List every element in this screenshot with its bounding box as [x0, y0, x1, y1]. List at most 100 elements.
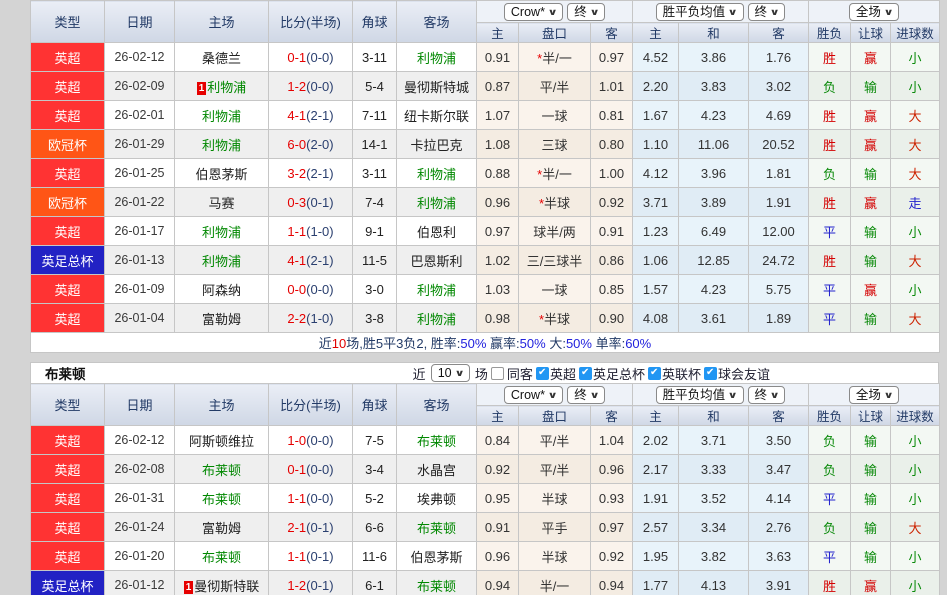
team-title: 布莱顿: [45, 363, 86, 383]
match-date: 26-01-31: [105, 484, 175, 513]
filter-checkbox-1[interactable]: [579, 367, 592, 380]
avg-group-header: 胜平负均值∨终∨: [633, 384, 809, 406]
score: 6-0(2-0): [269, 130, 353, 159]
handicap-star: *: [539, 312, 544, 327]
avg-draw: 3.33: [679, 455, 749, 484]
halftime-score: (2-1): [306, 166, 333, 181]
corner-count: 6-1: [353, 571, 397, 595]
corner-count: 11-6: [353, 542, 397, 571]
avg-away: 1.91: [749, 188, 809, 217]
sub-header-8: 进球数: [891, 23, 940, 43]
result-goals: 小: [891, 542, 940, 571]
odds-home: 0.98: [477, 304, 519, 333]
bookmaker-dropdown[interactable]: Crow*∨: [504, 3, 563, 21]
halftime-score: (0-0): [306, 491, 333, 506]
team-name: 巴恩斯利: [410, 254, 462, 269]
odds-home: 1.02: [477, 246, 519, 275]
avg-group-header: 胜平负均值∨终∨: [633, 1, 809, 23]
handicap-star: *: [537, 167, 542, 182]
match-date: 26-01-22: [105, 188, 175, 217]
sub-header-5: 客: [749, 23, 809, 43]
team-cell: 布莱顿: [397, 426, 477, 455]
score: 0-1(0-0): [269, 43, 353, 72]
score: 4-1(2-1): [269, 101, 353, 130]
team-cell: 布莱顿: [175, 542, 269, 571]
corner-count: 5-2: [353, 484, 397, 513]
team-cell: 纽卡斯尔联: [397, 101, 477, 130]
col-header-4: 角球: [353, 1, 397, 43]
odds-time-dropdown[interactable]: 终∨: [567, 3, 605, 21]
team-name: 马赛: [208, 196, 234, 211]
filter-checkbox-3[interactable]: [704, 367, 717, 380]
odds-away: 0.90: [591, 304, 633, 333]
avg-draw: 3.83: [679, 72, 749, 101]
avg-draw: 11.06: [679, 130, 749, 159]
odds-away: 0.94: [591, 571, 633, 595]
table-row: 英超26-01-25伯恩茅斯3-2(2-1)3-11利物浦0.88*半/一1.0…: [31, 159, 940, 188]
team-cell: 伯恩利: [397, 217, 477, 246]
same-away-checkbox[interactable]: [491, 367, 504, 380]
score: 4-1(2-1): [269, 246, 353, 275]
avg-type-dropdown[interactable]: 胜平负均值∨: [656, 386, 744, 404]
handicap-star: *: [537, 51, 542, 66]
score: 2-2(1-0): [269, 304, 353, 333]
score: 0-0(0-0): [269, 275, 353, 304]
handicap: 半/一: [519, 571, 591, 595]
result-goals: 小: [891, 43, 940, 72]
recent-count-select[interactable]: 10∨: [431, 364, 470, 382]
score: 2-1(0-1): [269, 513, 353, 542]
result-handicap: 输: [851, 513, 891, 542]
table-row: 英超26-01-17利物浦1-1(1-0)9-1伯恩利0.97球半/两0.911…: [31, 217, 940, 246]
avg-away: 3.47: [749, 455, 809, 484]
odds-home: 0.88: [477, 159, 519, 188]
bookmaker-dropdown[interactable]: Crow*∨: [504, 386, 563, 404]
odds-away: 0.80: [591, 130, 633, 159]
team-cell: 1利物浦: [175, 72, 269, 101]
scope-dropdown[interactable]: 全场∨: [849, 386, 899, 404]
avg-type-dropdown[interactable]: 胜平负均值∨: [656, 3, 744, 21]
filter-label-0: 英超: [550, 364, 576, 383]
avg-time-dropdown[interactable]: 终∨: [748, 386, 786, 404]
col-header-1: 日期: [105, 384, 175, 426]
match-date: 26-01-29: [105, 130, 175, 159]
avg-time-dropdown[interactable]: 终∨: [748, 3, 786, 21]
avg-home: 4.52: [633, 43, 679, 72]
avg-draw: 4.23: [679, 101, 749, 130]
col-header-5: 客场: [397, 1, 477, 43]
league-badge: 英超: [31, 542, 105, 571]
result-goals: 小: [891, 484, 940, 513]
fulltime-score: 0-1: [287, 462, 306, 477]
team-cell: 利物浦: [175, 246, 269, 275]
team-name: 纽卡斯尔联: [404, 109, 469, 124]
handicap: 一球: [519, 101, 591, 130]
handicap-star: *: [539, 196, 544, 211]
avg-away: 3.63: [749, 542, 809, 571]
table-row: 英超26-01-09阿森纳0-0(0-0)3-0利物浦1.03一球0.851.5…: [31, 275, 940, 304]
scope-group-header: 全场∨: [809, 384, 940, 406]
summary-segment: 场,胜5平3负2, 胜率:: [346, 336, 460, 351]
page: 类型日期主场比分(半场)角球客场Crow*∨终∨胜平负均值∨终∨全场∨主盘口客主…: [0, 0, 947, 595]
result-wdl: 胜: [809, 101, 851, 130]
summary-row: 近10场,胜5平3负2, 胜率:50% 赢率:50% 大:50% 单率:60%: [31, 333, 940, 353]
league-badge: 英超: [31, 513, 105, 542]
scope-dropdown[interactable]: 全场∨: [849, 3, 899, 21]
chevron-down-icon: ∨: [454, 365, 464, 381]
result-handicap: 输: [851, 72, 891, 101]
league-badge: 英超: [31, 101, 105, 130]
filter-checkbox-2[interactable]: [648, 367, 661, 380]
filter-item-0: 英超: [536, 364, 576, 383]
filter-checkbox-0[interactable]: [536, 367, 549, 380]
avg-home: 2.02: [633, 426, 679, 455]
recent-count-select-label: 10: [438, 365, 452, 381]
halftime-score: (0-1): [306, 578, 333, 593]
avg-draw: 3.34: [679, 513, 749, 542]
team-name: 利物浦: [417, 167, 456, 182]
corner-count: 7-11: [353, 101, 397, 130]
team-name: 水晶宫: [417, 463, 456, 478]
avg-home: 2.17: [633, 455, 679, 484]
odds-time-dropdown[interactable]: 终∨: [567, 386, 605, 404]
match-date: 26-01-17: [105, 217, 175, 246]
score: 1-2(0-0): [269, 72, 353, 101]
odds-away: 0.85: [591, 275, 633, 304]
team-cell: 富勒姆: [175, 513, 269, 542]
